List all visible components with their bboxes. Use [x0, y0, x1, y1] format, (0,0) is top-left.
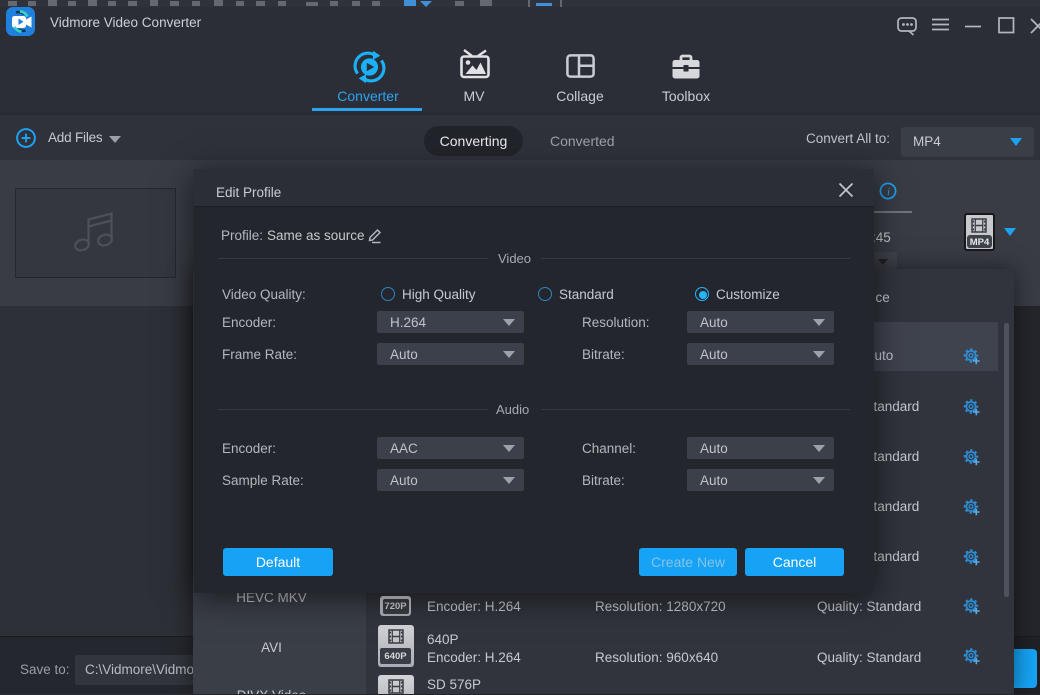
svg-text:i: i — [887, 186, 890, 198]
